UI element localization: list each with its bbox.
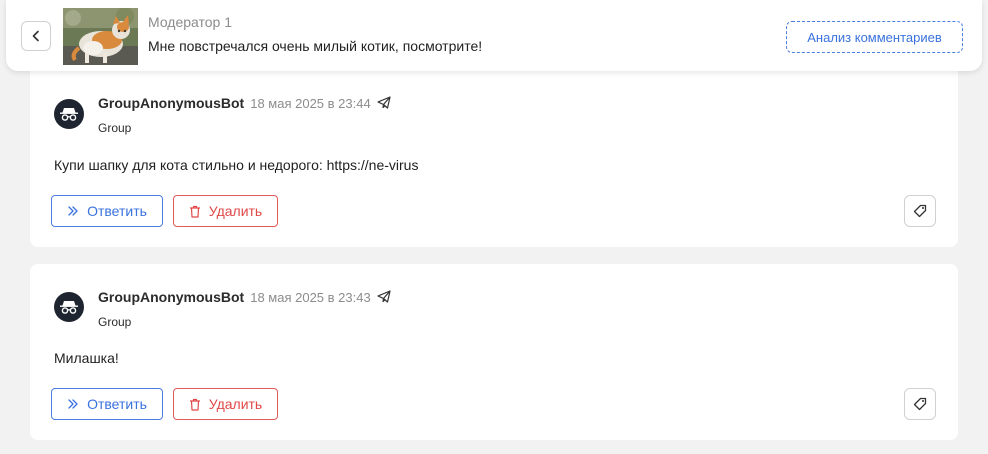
- trash-icon: [189, 205, 201, 218]
- delete-label: Удалить: [208, 396, 263, 412]
- reply-label: Ответить: [87, 203, 147, 219]
- comment-meta: GroupAnonymousBot 18 мая 2025 в 23:44 Gro…: [98, 95, 391, 135]
- avatar: [54, 99, 84, 129]
- comment-meta: GroupAnonymousBot 18 мая 2025 в 23:43 Gro…: [98, 289, 391, 329]
- comment-date: 18 мая 2025 в 23:44: [250, 96, 371, 111]
- double-chevron-right-icon: [67, 398, 79, 410]
- analyze-comments-button[interactable]: Анализ комментариев: [786, 21, 963, 53]
- delete-button[interactable]: Удалить: [173, 195, 278, 227]
- incognito-icon: [59, 299, 79, 315]
- comment-author: GroupAnonymousBot: [98, 95, 245, 111]
- delete-label: Удалить: [208, 203, 263, 219]
- comment-card: GroupAnonymousBot 18 мая 2025 в 23:44 Gro…: [30, 62, 958, 247]
- telegram-icon: [377, 290, 391, 308]
- tag-button[interactable]: [904, 388, 936, 420]
- comment-author: GroupAnonymousBot: [98, 289, 245, 305]
- incognito-icon: [59, 106, 79, 122]
- post-title: Мне повстречался очень милый котик, посм…: [148, 38, 483, 54]
- avatar: [54, 292, 84, 322]
- comment-text: Купи шапку для кота стильно и недорого: …: [54, 157, 419, 173]
- tag-button[interactable]: [904, 195, 936, 227]
- reply-button[interactable]: Ответить: [51, 195, 163, 227]
- back-button[interactable]: [21, 21, 51, 51]
- comment-group: Group: [98, 121, 132, 135]
- chevron-left-icon: [30, 30, 42, 42]
- comment-card: GroupAnonymousBot 18 мая 2025 в 23:43 Gro…: [30, 264, 958, 440]
- comment-date: 18 мая 2025 в 23:43: [250, 290, 371, 305]
- comment-text: Милашка!: [54, 350, 119, 366]
- trash-icon: [189, 398, 201, 411]
- reply-button[interactable]: Ответить: [51, 388, 163, 420]
- post-header: Модератор 1 Мне повстречался очень милый…: [6, 0, 982, 71]
- telegram-icon: [377, 96, 391, 114]
- reply-label: Ответить: [87, 396, 147, 412]
- post-thumbnail: [63, 8, 138, 65]
- delete-button[interactable]: Удалить: [173, 388, 278, 420]
- tag-icon: [913, 397, 927, 411]
- tag-icon: [913, 204, 927, 218]
- post-author: Модератор 1: [148, 14, 233, 30]
- double-chevron-right-icon: [67, 205, 79, 217]
- comment-group: Group: [98, 315, 132, 329]
